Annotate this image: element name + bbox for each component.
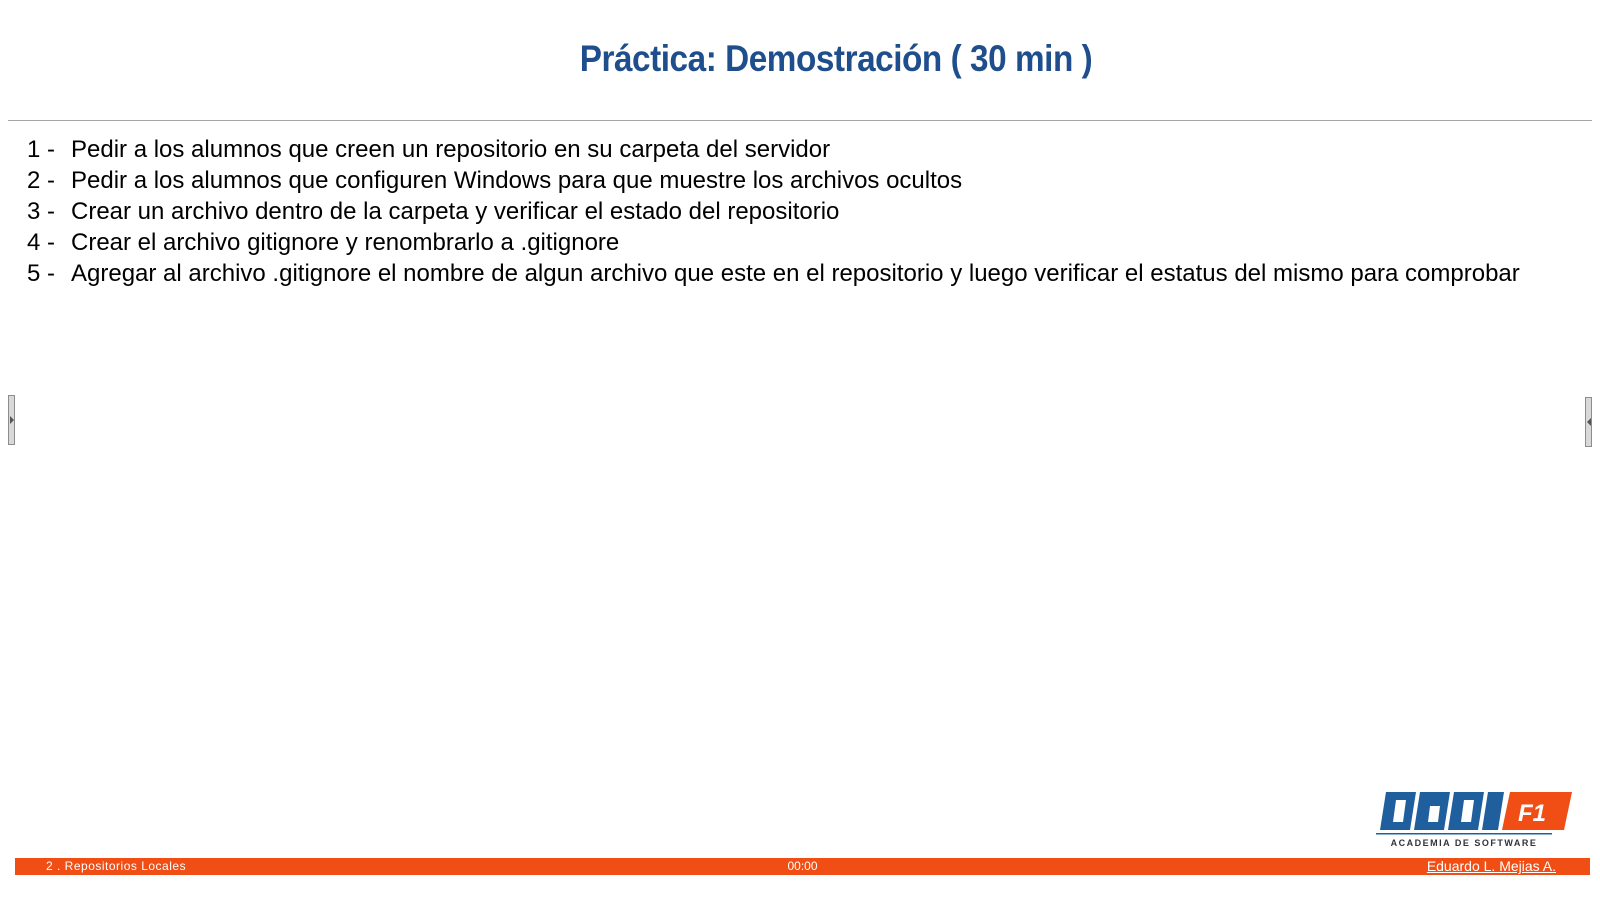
slide: Práctica: Demostración ( 30 min ) 1 - Pe… [0, 0, 1600, 900]
list-item: 2 - Pedir a los alumnos que configuren W… [27, 165, 1567, 196]
arrow-left-icon [1587, 418, 1591, 426]
logo-badge-text: F1 [1518, 800, 1546, 827]
list-item-number: 3 - [27, 198, 56, 225]
list-item-text: Crear un archivo dentro de la carpeta y … [71, 198, 840, 225]
list-item-number: 5 - [27, 260, 56, 287]
list-item-number: 1 - [27, 136, 56, 163]
footer-timer: 00:00 [787, 859, 818, 873]
logo-tagline: ACADEMIA DE SOFTWARE [1391, 838, 1538, 848]
logo-brand-mark: CAPI [1380, 792, 1504, 830]
list-item: 1 - Pedir a los alumnos que creen un rep… [27, 134, 1567, 165]
academy-logo: CAPI F1 ACADEMIA DE SOFTWARE [1376, 792, 1572, 848]
collapse-left-handle-icon[interactable] [8, 395, 15, 445]
footer-bar: 2 . Repositorios Locales 00:00 Eduardo L… [15, 858, 1590, 875]
list-item-text: Pedir a los alumnos que configuren Windo… [71, 167, 963, 194]
list-item: 5 - Agregar al archivo .gitignore el nom… [27, 258, 1567, 289]
slide-title: Práctica: Demostración ( 30 min ) [579, 38, 1093, 79]
collapse-right-handle-icon[interactable] [1585, 397, 1592, 447]
list-item-text: Pedir a los alumnos que creen un reposit… [71, 136, 831, 163]
list-item-number: 4 - [27, 229, 56, 256]
arrow-right-icon [10, 416, 14, 424]
instruction-list: 1 - Pedir a los alumnos que creen un rep… [27, 134, 1567, 289]
list-item-text: Crear el archivo gitignore y renombrarlo… [71, 229, 620, 256]
footer-author-link[interactable]: Eduardo L. Mejias A. [1427, 858, 1556, 875]
list-item: 3 - Crear un archivo dentro de la carpet… [27, 196, 1567, 227]
title-divider [8, 120, 1592, 121]
list-item-text: Agregar al archivo .gitignore el nombre … [71, 260, 1520, 287]
logo-underline [1376, 833, 1552, 835]
list-item-number: 2 - [27, 167, 56, 194]
list-item: 4 - Crear el archivo gitignore y renombr… [27, 227, 1567, 258]
